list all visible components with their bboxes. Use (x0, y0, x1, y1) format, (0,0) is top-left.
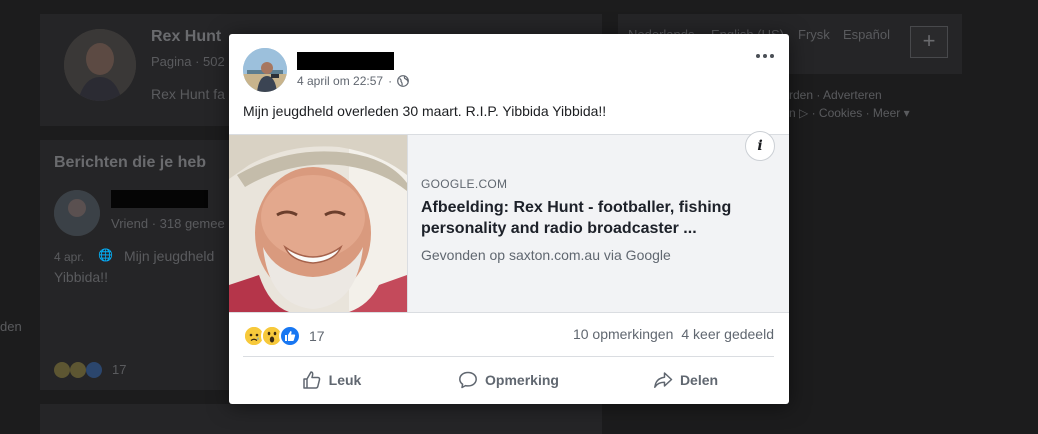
globe-icon[interactable] (397, 75, 409, 87)
side-text: den (0, 319, 22, 334)
like-button[interactable]: Leuk (243, 364, 420, 396)
bg-wow-icon (70, 362, 86, 378)
shares-count[interactable]: 4 keer gedeeld (681, 326, 774, 342)
comment-label: Opmerking (485, 372, 559, 388)
comment-button[interactable]: Opmerking (420, 364, 597, 396)
footer-links-2[interactable]: n ▷ · Cookies · Meer ▾ (789, 106, 910, 120)
thumbs-up-icon (302, 370, 322, 390)
more-options-button[interactable] (753, 48, 777, 64)
bg-sad-icon (54, 362, 70, 378)
link-domain: GOOGLE.COM (421, 177, 508, 191)
author-avatar[interactable] (243, 48, 287, 92)
next-card (40, 404, 602, 434)
divider (243, 356, 774, 357)
link-subtitle: Gevonden op saxton.com.au via Google (421, 247, 671, 263)
profile-subtitle: Pagina · 502 (151, 54, 225, 69)
more-icon (756, 54, 760, 58)
reactions-summary[interactable]: 17 (243, 325, 325, 347)
bg-post-date: 4 apr. (54, 250, 85, 264)
posts-section-title: Berichten die je heb (54, 154, 207, 171)
post-stats: 10 opmerkingen 4 keer gedeeld (573, 326, 774, 342)
link-preview-card[interactable]: i GOOGLE.COM Afbeelding: Rex Hunt - foot… (229, 131, 789, 313)
share-label: Delen (679, 372, 719, 388)
profile-avatar (64, 29, 136, 101)
link-body[interactable]: GOOGLE.COM Afbeelding: Rex Hunt - footba… (421, 177, 776, 263)
share-icon (653, 370, 673, 390)
bg-like-icon (86, 362, 102, 378)
reaction-count[interactable]: 17 (309, 328, 325, 344)
like-reaction-icon (279, 325, 301, 347)
bg-post-text: Mijn jeugdheld (124, 248, 215, 264)
post-timestamp[interactable]: 4 april om 22:57 (297, 74, 383, 88)
redacted-friend-name (111, 190, 208, 208)
friend-meta: Vriend · 318 gemee (111, 216, 225, 231)
info-icon: i (757, 138, 763, 154)
info-button[interactable]: i (745, 131, 775, 161)
bg-globe-icon: 🌐 (98, 248, 113, 262)
comments-count[interactable]: 10 opmerkingen (573, 326, 673, 342)
footer-links-1[interactable]: rden · Adverteren (789, 88, 882, 102)
language-es[interactable]: Español (843, 27, 890, 42)
add-language-button[interactable]: + (910, 26, 948, 58)
bg-reaction-count: 17 (112, 362, 127, 377)
link-thumbnail[interactable] (229, 135, 408, 312)
post-actions: Leuk Opmerking Delen (243, 364, 774, 396)
profile-description: Rex Hunt fa (151, 86, 225, 102)
profile-name: Rex Hunt (151, 28, 222, 45)
post-modal: 4 april om 22:57 · Mijn jeugdheld overle… (229, 34, 789, 404)
post-text: Mijn jeugdheld overleden 30 maart. R.I.P… (243, 103, 607, 119)
language-fy[interactable]: Frysk (798, 27, 830, 42)
redacted-author-name (297, 52, 394, 70)
comment-icon (458, 370, 478, 390)
share-button[interactable]: Delen (597, 364, 774, 396)
link-title[interactable]: Afbeelding: Rex Hunt - footballer, fishi… (421, 197, 776, 239)
meta-separator: · (388, 74, 393, 88)
post-meta: 4 april om 22:57 · (297, 74, 409, 88)
bg-post-text-2: Yibbida!! (54, 269, 108, 285)
like-label: Leuk (328, 372, 362, 388)
friend-avatar (54, 190, 100, 236)
